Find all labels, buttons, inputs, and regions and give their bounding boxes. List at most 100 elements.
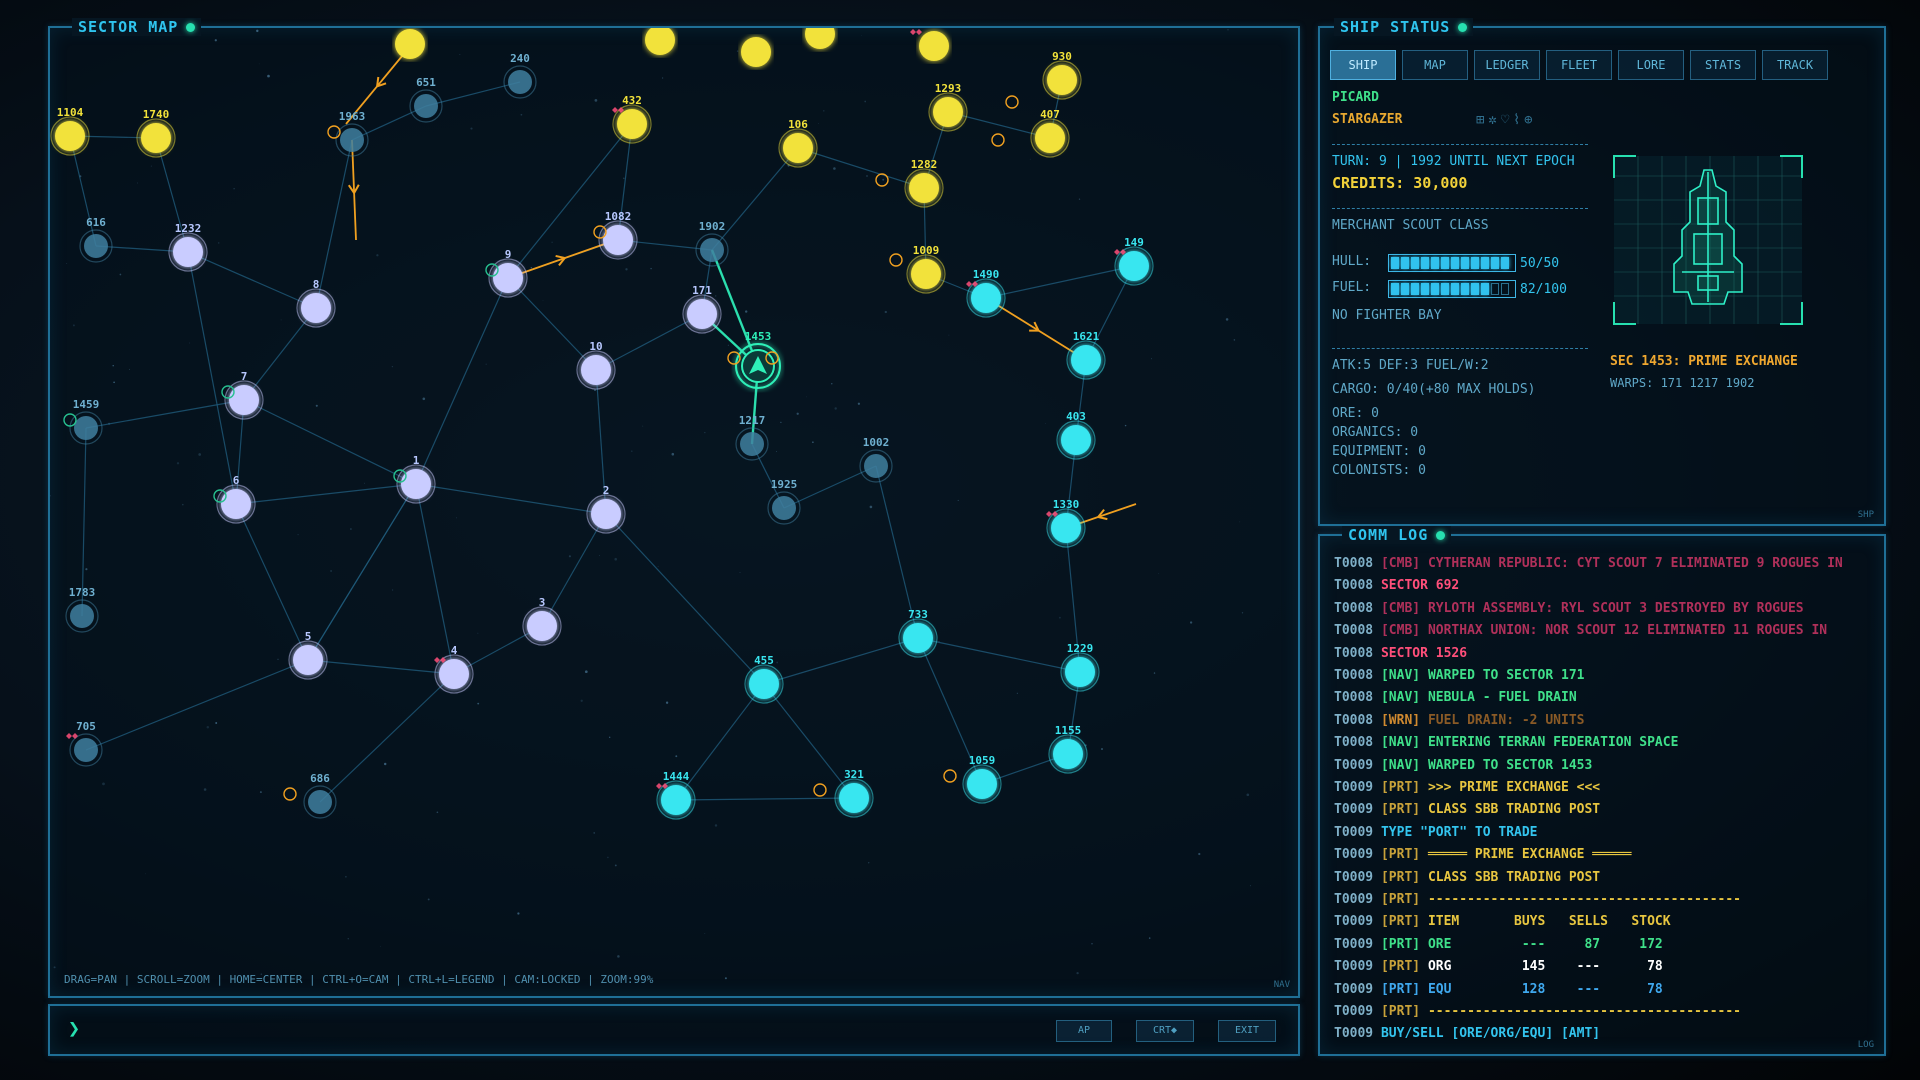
sector-label: 10: [589, 340, 602, 353]
sector-node: [933, 97, 963, 127]
background-star: [113, 381, 115, 384]
divider: [1332, 348, 1588, 349]
bar-segment: [1401, 283, 1409, 295]
background-star: [182, 503, 184, 506]
tab-fleet[interactable]: FLEET: [1546, 50, 1612, 80]
tab-lore[interactable]: LORE: [1618, 50, 1684, 80]
warp-lane: [315, 139, 353, 309]
background-star: [1029, 158, 1031, 160]
exit-button[interactable]: EXIT: [1218, 1020, 1276, 1042]
fuel-bar: [1388, 280, 1516, 298]
background-star: [661, 77, 664, 79]
ship-badge-icons: ⊞✲♡⌇⊕: [1476, 112, 1537, 128]
background-star: [665, 701, 669, 704]
bar-segment: [1451, 257, 1459, 269]
crt-button[interactable]: CRT◆: [1136, 1020, 1194, 1042]
log-turn: T0009: [1334, 1004, 1381, 1019]
sector-node: [74, 416, 98, 440]
port-marker-icon: [813, 783, 827, 797]
ap-button[interactable]: AP: [1056, 1020, 1112, 1042]
warp-lane: [187, 251, 317, 309]
background-star: [277, 658, 279, 660]
comm-log-panel[interactable]: COMM LOG T0008 [CMB] CYTHERAN REPUBLIC: …: [1318, 526, 1886, 1056]
sector-node: [581, 355, 611, 385]
background-star: [609, 736, 611, 738]
log-text: CLASS SBB TRADING POST: [1427, 802, 1601, 818]
log-entry: T0009 [PRT] >>> PRIME EXCHANGE <<<: [1334, 780, 1600, 795]
sector-node: [141, 123, 171, 153]
log-text: ORE --- 87 172: [1427, 936, 1663, 952]
background-star: [1241, 612, 1244, 614]
bar-segment: [1461, 257, 1469, 269]
background-star: [724, 977, 727, 980]
background-star: [436, 811, 439, 814]
log-entry: T0008 [CMB] NORTHAX UNION: NOR SCOUT 12 …: [1334, 623, 1827, 638]
background-star: [780, 421, 782, 424]
sector-label: 1444: [663, 770, 690, 783]
sector-map-canvas[interactable]: 24065119631104 1740616 1232891082432106190…: [50, 28, 1298, 996]
background-star: [102, 782, 105, 786]
tab-track[interactable]: TRACK: [1762, 50, 1828, 80]
ship-route: [985, 297, 1087, 361]
background-star: [869, 505, 873, 509]
command-bar[interactable]: ❯ AP CRT◆ EXIT: [48, 1004, 1300, 1056]
sector-label: 403: [1066, 410, 1086, 423]
sector-label: 407: [1040, 108, 1060, 121]
sector-label: 106: [788, 118, 808, 131]
background-star: [1059, 616, 1061, 619]
log-turn: T0008: [1334, 556, 1381, 571]
sector-label: 321: [844, 768, 864, 781]
background-star: [739, 571, 741, 573]
sector-node: [687, 299, 717, 329]
background-star: [823, 110, 825, 112]
warp-lane: [69, 135, 97, 247]
log-turn: T0008: [1334, 735, 1381, 751]
map-help-text: DRAG=PAN | SCROLL=ZOOM | HOME=CENTER | C…: [64, 973, 654, 986]
bar-segment: [1391, 283, 1399, 295]
background-star: [349, 528, 352, 530]
warp-lane: [711, 147, 799, 251]
log-text: BUY/SELL [ORE/ORG/EQU] [AMT]: [1380, 1026, 1601, 1042]
background-star: [256, 29, 259, 33]
tab-stats[interactable]: STATS: [1690, 50, 1756, 80]
ship-class: MERCHANT SCOUT CLASS: [1332, 218, 1489, 233]
sector-map-panel[interactable]: SECTOR MAP 240 651 1963 1104 1740 616 1232 8 9 10…: [48, 18, 1300, 998]
warp-lane: [415, 483, 455, 675]
background-star: [1153, 672, 1156, 674]
background-star: [217, 242, 220, 244]
ship-status-panel: SHIP STATUS SHIP MAP LEDGER FLEET LORE S…: [1318, 18, 1886, 526]
log-text: [NAV]: [1380, 735, 1428, 751]
background-star: [267, 74, 270, 78]
tab-ship[interactable]: SHIP: [1330, 50, 1396, 80]
background-star: [745, 310, 748, 313]
sector-node: [591, 499, 621, 529]
sector-label: 930: [1052, 50, 1072, 63]
background-star: [1124, 424, 1127, 427]
background-star: [882, 178, 885, 181]
sector-node: [741, 37, 771, 67]
tab-map[interactable]: MAP: [1402, 50, 1468, 80]
sector-label: 1002: [863, 436, 890, 449]
warp-lane: [917, 637, 1081, 673]
sector-node: [617, 109, 647, 139]
log-text: [NAV]: [1380, 690, 1428, 706]
sector-label: 1229: [1067, 642, 1094, 655]
bar-segment: [1481, 283, 1489, 295]
sector-node: [645, 28, 675, 55]
bar-segment: [1431, 283, 1439, 295]
tab-ledger[interactable]: LEDGER: [1474, 50, 1540, 80]
bar-segment: [1501, 283, 1509, 295]
bar-segment: [1481, 257, 1489, 269]
warp-lane: [243, 399, 417, 485]
log-turn: T0008: [1334, 578, 1381, 594]
background-star: [1078, 198, 1081, 200]
log-turn: T0009: [1334, 780, 1381, 795]
warp-lane: [783, 465, 877, 509]
sector-node: [783, 133, 813, 163]
log-entry: T0008 [CMB] RYLOTH ASSEMBLY: RYL SCOUT 3…: [1334, 601, 1804, 616]
warp-lane: [307, 659, 455, 675]
fuel-label: FUEL:: [1332, 280, 1372, 295]
background-star: [206, 726, 210, 729]
log-entry: T0009 [PRT] ----------------------------…: [1334, 892, 1741, 907]
sector-node: [439, 659, 469, 689]
